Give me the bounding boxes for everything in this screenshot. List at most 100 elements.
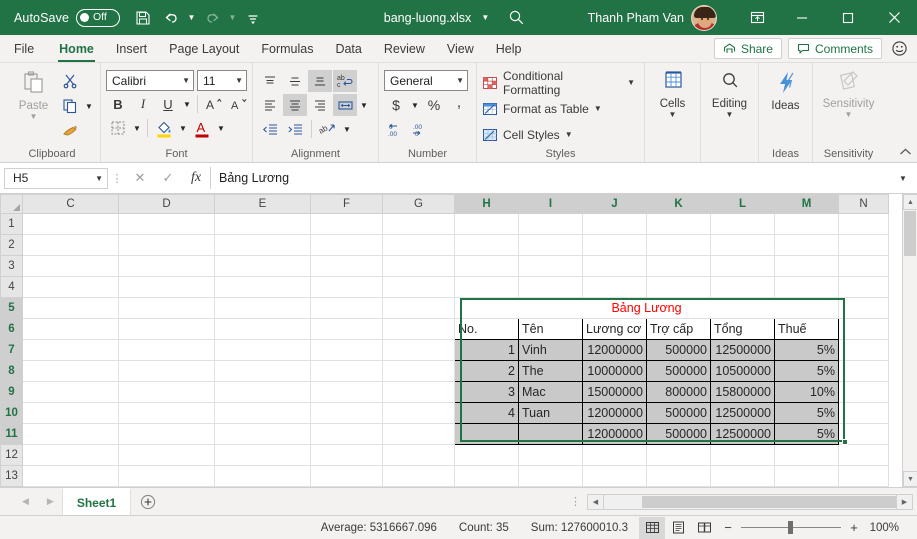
cell-M12[interactable] — [774, 444, 839, 466]
underline-chevron-down-icon[interactable]: ▼ — [181, 93, 193, 115]
borders-chevron-down-icon[interactable]: ▼ — [131, 117, 143, 139]
vertical-scroll-thumb[interactable] — [904, 211, 916, 256]
cell-J6-header-luong-co[interactable]: Lương cơ — [582, 318, 647, 340]
increase-font-size-button[interactable]: A — [202, 93, 226, 115]
cell-L12[interactable] — [710, 444, 775, 466]
cell-C6[interactable] — [22, 318, 119, 340]
cell-H8-no[interactable]: 2 — [454, 360, 519, 382]
cell-N2[interactable] — [838, 234, 889, 256]
cell-M8-thue[interactable]: 5% — [774, 360, 839, 382]
cell-E5[interactable] — [214, 297, 311, 319]
row-header-12[interactable]: 12 — [0, 444, 23, 466]
cell-M6-header-thue[interactable]: Thuế — [774, 318, 839, 340]
user-account-name[interactable]: Thanh Pham Van — [588, 11, 684, 25]
tab-view[interactable]: View — [436, 35, 485, 62]
row-header-11[interactable]: 11 — [0, 423, 23, 445]
cell-N8[interactable] — [838, 360, 889, 382]
cell-D4[interactable] — [118, 276, 215, 298]
comma-style-icon[interactable]: , — [447, 94, 471, 116]
cell-N4[interactable] — [838, 276, 889, 298]
cell-I10-ten[interactable]: Tuan — [518, 402, 583, 424]
cell-J9-luong-co[interactable]: 15000000 — [582, 381, 647, 403]
tab-page-layout[interactable]: Page Layout — [158, 35, 250, 62]
cell-D5[interactable] — [118, 297, 215, 319]
row-header-1[interactable]: 1 — [0, 213, 23, 235]
cell-D8[interactable] — [118, 360, 215, 382]
cell-N5[interactable] — [838, 297, 889, 319]
cell-H4[interactable] — [454, 276, 519, 298]
format-as-table-chevron-down-icon[interactable]: ▼ — [594, 104, 602, 113]
tab-formulas[interactable]: Formulas — [250, 35, 324, 62]
cell-D9[interactable] — [118, 381, 215, 403]
enter-checkmark-icon[interactable]: ✓ — [154, 167, 182, 189]
cell-J10-luong-co[interactable]: 12000000 — [582, 402, 647, 424]
cell-F3[interactable] — [310, 255, 383, 277]
orientation-chevron-down-icon[interactable]: ▼ — [341, 118, 353, 140]
cell-K7-tro-cap[interactable]: 500000 — [646, 339, 711, 361]
font-size-select[interactable]: 11 ▼ — [197, 70, 247, 91]
column-header-D[interactable]: D — [118, 194, 215, 214]
scroll-right-button[interactable]: ▶ — [896, 493, 913, 510]
increase-decimal-icon[interactable]: 0.00 — [384, 119, 408, 141]
cell-M3[interactable] — [774, 255, 839, 277]
cell-I8-ten[interactable]: The — [518, 360, 583, 382]
editing-chevron-down-icon[interactable]: ▼ — [726, 111, 734, 119]
zoom-slider-thumb[interactable] — [788, 521, 793, 534]
cell-H6-header-no[interactable]: No. — [454, 318, 519, 340]
merge-and-center-icon[interactable] — [333, 94, 357, 116]
merge-chevron-down-icon[interactable]: ▼ — [358, 94, 370, 116]
sheet-tab-sheet1[interactable]: Sheet1 — [61, 488, 132, 515]
cell-D3[interactable] — [118, 255, 215, 277]
tab-home[interactable]: Home — [48, 35, 105, 62]
cell-F10[interactable] — [310, 402, 383, 424]
cell-H10-no[interactable]: 4 — [454, 402, 519, 424]
accounting-number-format-icon[interactable]: $ — [384, 94, 408, 116]
format-painter-icon[interactable] — [58, 119, 82, 143]
undo-dropdown-chevron-down-icon[interactable]: ▼ — [186, 5, 197, 31]
number-format-chevron-down-icon[interactable]: ▼ — [450, 76, 464, 85]
cell-J3[interactable] — [582, 255, 647, 277]
row-header-10[interactable]: 10 — [0, 402, 23, 424]
cell-J11-luong-co[interactable]: 12000000 — [582, 423, 647, 445]
cell-H2[interactable] — [454, 234, 519, 256]
normal-view-icon[interactable] — [639, 516, 665, 539]
cell-J4[interactable] — [582, 276, 647, 298]
vertical-scrollbar[interactable]: ▲ ▼ — [902, 194, 917, 487]
cell-G6[interactable] — [382, 318, 455, 340]
bold-button[interactable]: B — [106, 93, 130, 115]
cell-K8-tro-cap[interactable]: 500000 — [646, 360, 711, 382]
spreadsheet-grid[interactable]: C D E F G H I J K L M N 1 2 3 4 5 Bảng L… — [0, 194, 917, 487]
tab-file[interactable]: File — [0, 35, 48, 62]
share-button[interactable]: Share — [713, 38, 782, 59]
cell-N6[interactable] — [838, 318, 889, 340]
column-header-E[interactable]: E — [214, 194, 311, 214]
scroll-down-button[interactable]: ▼ — [903, 471, 917, 487]
column-header-F[interactable]: F — [310, 194, 383, 214]
cell-C11[interactable] — [22, 423, 119, 445]
cell-L7-tong[interactable]: 12500000 — [710, 339, 775, 361]
align-bottom-icon[interactable] — [308, 70, 332, 92]
row-header-6[interactable]: 6 — [0, 318, 23, 340]
cell-G1[interactable] — [382, 213, 455, 235]
wrap-text-icon[interactable]: ab c — [333, 70, 357, 92]
scroll-up-button[interactable]: ▲ — [903, 194, 917, 210]
cell-K4[interactable] — [646, 276, 711, 298]
format-as-table-button[interactable]: Format as Table ▼ — [482, 97, 606, 120]
cell-M1[interactable] — [774, 213, 839, 235]
column-header-L[interactable]: L — [710, 194, 775, 214]
cell-J8-luong-co[interactable]: 10000000 — [582, 360, 647, 382]
cell-M2[interactable] — [774, 234, 839, 256]
cell-C5[interactable] — [22, 297, 119, 319]
cell-F7[interactable] — [310, 339, 383, 361]
cell-L4[interactable] — [710, 276, 775, 298]
cell-G4[interactable] — [382, 276, 455, 298]
cell-C7[interactable] — [22, 339, 119, 361]
tab-insert[interactable]: Insert — [105, 35, 158, 62]
minimize-button[interactable] — [779, 0, 825, 35]
undo-icon[interactable] — [158, 5, 184, 31]
cell-F6[interactable] — [310, 318, 383, 340]
cell-E8[interactable] — [214, 360, 311, 382]
cell-J7-luong-co[interactable]: 12000000 — [582, 339, 647, 361]
conditional-formatting-chevron-down-icon[interactable]: ▼ — [627, 78, 635, 87]
italic-button[interactable]: I — [131, 93, 155, 115]
